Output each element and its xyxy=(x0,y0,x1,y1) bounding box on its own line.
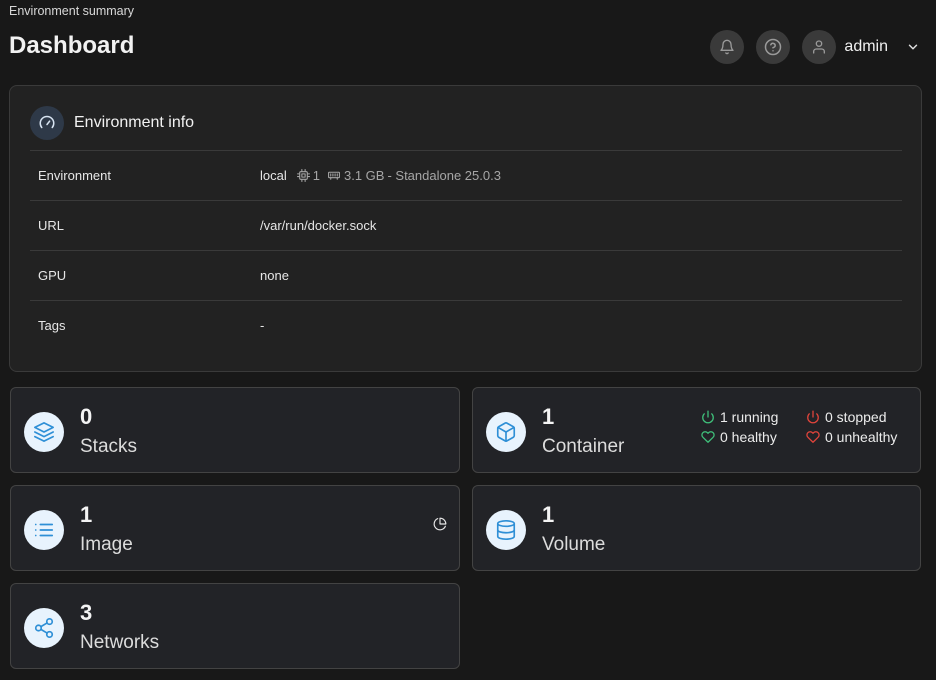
stopped-count: 0 stopped xyxy=(825,409,887,425)
containers-label: Container xyxy=(542,436,625,457)
containers-count: 1 xyxy=(542,404,555,429)
running-count: 1 running xyxy=(720,409,779,425)
environment-name: local xyxy=(260,168,287,183)
power-icon xyxy=(702,410,714,424)
stacks-card[interactable]: 0 Stacks xyxy=(10,387,460,473)
containers-card[interactable]: 1 Container 1 running 0 stopped 0 health… xyxy=(472,387,921,473)
environment-info-header: Environment info xyxy=(30,106,194,140)
container-status: 1 running 0 stopped 0 healthy 0 unhealth… xyxy=(701,409,916,445)
gauge-icon xyxy=(30,106,64,140)
help-button[interactable] xyxy=(756,30,791,64)
row-key: URL xyxy=(38,218,65,233)
list-icon xyxy=(24,510,64,550)
volumes-label: Volume xyxy=(542,534,606,555)
memory-icon xyxy=(328,171,340,180)
header-actions: admin xyxy=(710,30,920,64)
environment-info-table: Environment local 1 3.1 GB - Standalone … xyxy=(30,150,902,350)
running-status: 1 running xyxy=(701,409,806,425)
environment-meta: 1 3.1 GB - Standalone 25.0.3 xyxy=(296,168,501,183)
table-row: URL /var/run/docker.sock xyxy=(30,200,902,250)
environment-info-title: Environment info xyxy=(74,114,195,131)
row-value: - xyxy=(260,318,265,333)
images-count: 1 xyxy=(80,502,93,527)
stopped-status: 0 stopped xyxy=(806,409,916,425)
networks-label: Networks xyxy=(80,632,160,653)
table-row: GPU none xyxy=(30,250,902,300)
stacks-label: Stacks xyxy=(80,436,138,457)
environment-type: - Standalone 25.0.3 xyxy=(387,168,501,183)
breadcrumb: Environment summary xyxy=(9,4,135,18)
avatar xyxy=(802,30,837,64)
database-icon xyxy=(486,510,526,550)
bell-icon xyxy=(720,39,735,55)
user-menu[interactable]: admin xyxy=(802,30,920,64)
healthy-count: 0 healthy xyxy=(720,429,777,445)
images-label: Image xyxy=(80,534,133,555)
row-key: Environment xyxy=(38,168,111,183)
layers-icon xyxy=(24,412,64,452)
environment-info-card: Environment info Environment local 1 3.1… xyxy=(9,85,922,372)
unhealthy-count: 0 unhealthy xyxy=(825,429,898,445)
table-row: Environment local 1 3.1 GB - Standalone … xyxy=(30,150,902,200)
user-icon xyxy=(813,40,826,54)
cpu-icon xyxy=(296,169,310,182)
box-icon xyxy=(486,412,526,452)
cpu-count: 1 xyxy=(312,168,320,183)
heart-icon xyxy=(701,431,715,443)
pie-chart-icon[interactable] xyxy=(433,517,447,536)
row-key: Tags xyxy=(38,318,66,333)
user-name: admin xyxy=(844,38,888,55)
stacks-count: 0 xyxy=(80,404,93,429)
row-value: none xyxy=(260,268,289,283)
volumes-card[interactable]: 1 Volume xyxy=(472,485,921,571)
chevron-down-icon[interactable] xyxy=(906,40,920,54)
healthy-status: 0 healthy xyxy=(701,429,806,445)
page-title: Dashboard xyxy=(9,32,135,59)
power-icon xyxy=(807,410,819,424)
share-icon xyxy=(24,608,64,648)
row-value: local 1 3.1 GB - Standalone 25.0.3 xyxy=(260,168,501,183)
heart-icon xyxy=(806,431,820,443)
memory-size: 3.1 GB xyxy=(343,168,385,183)
unhealthy-status: 0 unhealthy xyxy=(806,429,916,445)
networks-count: 3 xyxy=(80,600,93,625)
volumes-count: 1 xyxy=(542,502,555,527)
notifications-button[interactable] xyxy=(710,30,745,64)
row-key: GPU xyxy=(38,268,67,283)
row-value: /var/run/docker.sock xyxy=(260,218,377,233)
table-row: Tags - xyxy=(30,300,902,350)
images-card[interactable]: 1 Image xyxy=(10,485,460,571)
help-circle-icon xyxy=(765,38,782,56)
networks-card[interactable]: 3 Networks xyxy=(10,583,460,669)
